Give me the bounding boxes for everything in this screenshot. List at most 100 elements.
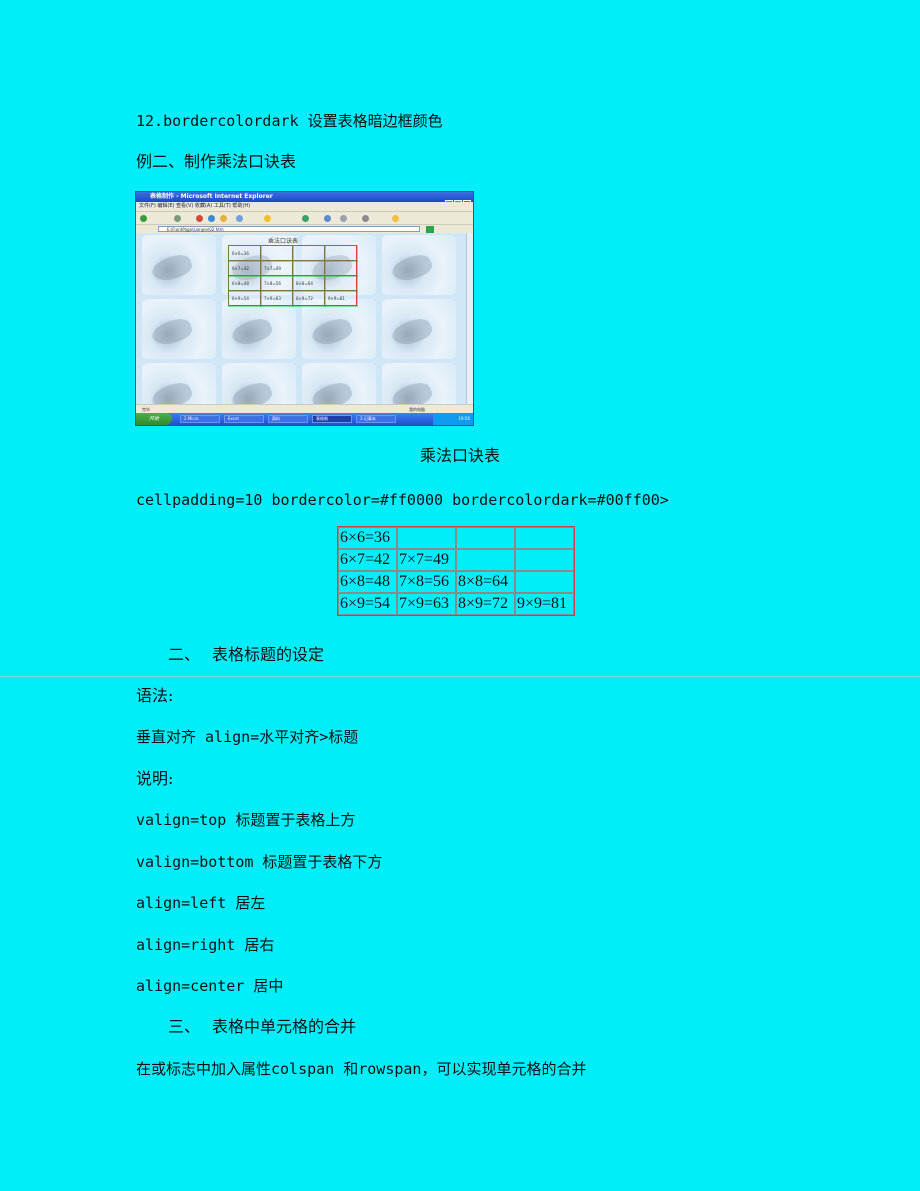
valign-top-line: valign=top 标题置于表格上方 <box>136 811 356 829</box>
table-cell: 6×6=36 <box>338 527 397 549</box>
table-cell: 7×9=63 <box>259 289 294 307</box>
code-line: cellpadding=10 bordercolor=#ff0000 borde… <box>136 491 669 509</box>
search-icon <box>236 215 243 222</box>
window-buttons <box>444 193 471 208</box>
table-cell: 7×8=56 <box>397 571 456 593</box>
background-tile <box>142 363 216 404</box>
table-row: 6×7=42 7×7=49 <box>338 549 574 571</box>
table-cell <box>515 527 574 549</box>
table-cell <box>291 259 326 277</box>
mail-icon <box>340 215 347 222</box>
table-cell: 6×8=48 <box>338 571 397 593</box>
table-cell: 7×7=49 <box>397 549 456 571</box>
media-icon <box>302 215 309 222</box>
align-center-line: align=center 居中 <box>136 977 284 995</box>
section-title: 表格中单元格的合并 <box>212 1017 357 1036</box>
folder-icon <box>392 215 399 222</box>
table-cell: 7×9=63 <box>397 593 456 615</box>
go-icon <box>426 226 434 233</box>
table-cell: 6×6=36 <box>227 244 262 262</box>
taskbar: 开始 2 Micro Excel 面料 表格制 3 记事本 19:56 <box>136 413 473 425</box>
table-cell: 8×9=72 <box>291 289 326 307</box>
mini-multiplication-table: 6×6=36 6×7=42 7×7=49 6×8=48 7×8=56 8×8=6… <box>227 244 358 307</box>
table-cell <box>259 244 294 262</box>
task-item: 3 记事本 <box>356 415 396 423</box>
task-item: 面料 <box>268 415 308 423</box>
text-example-2: 例二、制作乘法口诀表 <box>136 152 297 171</box>
browser-content: 乘法口诀表 6×6=36 6×7=42 7×7=49 6×8=48 7×8=56… <box>136 233 466 404</box>
syntax-label: 语法: <box>136 686 174 705</box>
back-icon <box>140 215 147 222</box>
table-row: 6×9=54 7×9=63 8×9=72 9×9=81 <box>338 593 574 615</box>
table-cell: 6×7=42 <box>338 549 397 571</box>
background-tile <box>222 299 296 359</box>
section-number: 三、 <box>168 1017 201 1036</box>
page-divider <box>0 676 920 677</box>
background-tile <box>222 363 296 404</box>
background-tile <box>302 299 376 359</box>
table-caption: 乘法口诀表 <box>419 446 500 465</box>
table-cell <box>456 549 515 571</box>
start-button: 开始 <box>136 413 172 425</box>
ie-screenshot: 表格制作 - Microsoft Internet Explorer 文件(F)… <box>135 191 474 426</box>
table-cell: 8×9=72 <box>456 593 515 615</box>
background-tile <box>382 363 456 404</box>
home-icon <box>220 215 227 222</box>
table-cell <box>397 527 456 549</box>
table-cell <box>323 259 358 277</box>
multiplication-table: 6×6=36 6×7=42 7×7=49 6×8=48 7×8=56 8×8=6… <box>337 526 575 616</box>
task-item: 表格制 <box>312 415 352 423</box>
syntax-code: 垂直对齐 align=水平对齐>标题 <box>136 728 359 746</box>
window-title: 表格制作 - Microsoft Internet Explorer <box>150 193 273 200</box>
page-title: 乘法口诀表 <box>268 236 299 245</box>
table-cell: 7×8=56 <box>259 274 294 292</box>
history-icon <box>324 215 331 222</box>
table-cell: 9×9=81 <box>515 593 574 615</box>
task-item: Excel <box>224 415 264 423</box>
table-cell <box>323 274 358 292</box>
table-cell: 6×7=42 <box>227 259 262 277</box>
table-row: 6×8=48 7×8=56 8×8=64 <box>227 274 358 292</box>
explain-label: 说明: <box>136 769 174 788</box>
table-row: 6×8=48 7×8=56 8×8=64 <box>338 571 574 593</box>
favorites-icon <box>264 215 271 222</box>
table-cell <box>291 244 326 262</box>
align-right-line: align=right 居右 <box>136 936 275 954</box>
section-2-heading: 二、 表格标题的设定 <box>168 644 324 666</box>
text-bordercolordark: 12.bordercolordark 设置表格暗边框颜色 <box>136 112 443 130</box>
section-number: 二、 <box>168 645 201 664</box>
refresh-icon <box>208 215 215 222</box>
window-titlebar: 表格制作 - Microsoft Internet Explorer <box>136 192 473 208</box>
table-row: 6×7=42 7×7=49 <box>227 259 358 277</box>
background-tile <box>382 299 456 359</box>
print-icon <box>362 215 369 222</box>
background-tile <box>142 235 216 295</box>
toolbar <box>136 211 473 225</box>
task-item: 2 Micro <box>180 415 220 423</box>
table-cell: 6×9=54 <box>338 593 397 615</box>
background-tile <box>382 235 456 295</box>
address-input: E:\FrontPage\sample\02.htm <box>158 226 420 232</box>
table-row: 6×9=54 7×9=63 8×9=72 9×9=81 <box>227 289 358 307</box>
table-cell: 7×7=49 <box>259 259 294 277</box>
table-cell <box>456 527 515 549</box>
table-cell: 9×9=81 <box>323 289 358 307</box>
forward-icon <box>174 215 181 222</box>
merge-text: 在或标志中加入属性colspan 和rowspan，可以实现单元格的合并 <box>136 1060 587 1078</box>
background-tile <box>302 363 376 404</box>
section-title: 表格标题的设定 <box>212 645 325 664</box>
table-cell <box>323 244 358 262</box>
table-cell <box>515 549 574 571</box>
table-cell: 6×9=54 <box>227 289 262 307</box>
section-3-heading: 三、 表格中单元格的合并 <box>168 1016 356 1038</box>
table-cell: 8×8=64 <box>456 571 515 593</box>
stop-icon <box>196 215 203 222</box>
scrollbar <box>466 233 473 404</box>
background-tile <box>142 299 216 359</box>
align-left-line: align=left 居左 <box>136 894 266 912</box>
table-cell: 8×8=64 <box>291 274 326 292</box>
table-cell: 6×8=48 <box>227 274 262 292</box>
table-row: 6×6=36 <box>227 244 358 262</box>
clock: 19:56 <box>433 413 473 425</box>
valign-bottom-line: valign=bottom 标题置于表格下方 <box>136 853 383 871</box>
